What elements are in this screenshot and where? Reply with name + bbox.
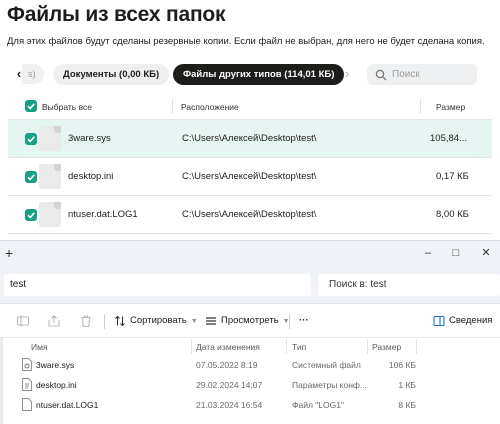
tab-other-files[interactable]: Файлы других типов (114,01 КБ) xyxy=(173,64,345,85)
column-divider[interactable] xyxy=(191,339,192,354)
maximize-button[interactable]: □ xyxy=(447,245,465,261)
new-tab-button[interactable]: + xyxy=(5,246,19,260)
file-icon xyxy=(39,164,61,189)
category-tabs: ‹ s) Документы (0,00 КБ) Файлы других ти… xyxy=(0,60,500,88)
file-name: desktop.ini xyxy=(36,380,77,390)
backup-file-table: Выбрать все Расположение Размер 3ware.sy… xyxy=(8,93,492,234)
file-location: C:\Users\Алексей\Desktop\test\ xyxy=(182,133,317,144)
file-name: ntuser.dat.LOG1 xyxy=(36,400,99,410)
table-row[interactable]: desktop.ini C:\Users\Алексей\Desktop\tes… xyxy=(8,158,492,196)
minimize-button[interactable]: – xyxy=(419,245,437,261)
explorer-titlebar: + – □ ✕ xyxy=(0,240,500,266)
file-size: 1 КБ xyxy=(398,380,416,390)
file-type: Файл "LOG1" xyxy=(292,400,344,410)
settings-file-icon xyxy=(22,378,32,391)
row-checkbox[interactable] xyxy=(25,133,37,145)
file-date: 29.02.2024 14:07 xyxy=(196,380,263,390)
file-size: 8,00 КБ xyxy=(436,209,469,220)
column-size-header[interactable]: Размер xyxy=(372,342,401,352)
sort-label: Сортировать xyxy=(130,315,187,326)
file-size: 105,84... xyxy=(430,133,467,144)
row-checkbox[interactable] xyxy=(25,209,37,221)
address-bar[interactable]: test xyxy=(4,274,311,296)
tab-previous-stub[interactable]: s) xyxy=(22,64,44,84)
column-name-header[interactable]: Имя xyxy=(31,342,48,352)
search-icon xyxy=(375,69,387,81)
file-list-header: Имя Дата изменения Тип Размер xyxy=(0,338,500,355)
row-checkbox[interactable] xyxy=(25,171,37,183)
generic-file-icon xyxy=(22,398,32,411)
address-row: test Поиск в: test xyxy=(0,266,500,304)
explorer-toolbar: Сортировать ▼ Просмотреть ▼ ··· Сведения xyxy=(0,304,500,338)
file-date: 21.03.2024 16:54 xyxy=(196,400,263,410)
view-button[interactable]: Просмотреть ▼ xyxy=(205,312,290,330)
column-divider[interactable] xyxy=(416,339,417,354)
file-name: desktop.ini xyxy=(68,171,114,182)
explorer-window: + – □ ✕ test Поиск в: test Сортировать▼ xyxy=(0,240,500,424)
explorer-file-list: Имя Дата изменения Тип Размер 3ware.sys … xyxy=(0,338,500,424)
tabs-next-button[interactable]: › xyxy=(336,64,358,84)
file-size: 0,17 КБ xyxy=(436,171,469,182)
more-options-button[interactable]: ··· xyxy=(285,312,309,330)
column-date-header[interactable]: Дата изменения xyxy=(196,342,260,352)
details-pane-button[interactable]: Сведения xyxy=(433,312,492,330)
view-icon xyxy=(206,317,216,325)
column-size-header[interactable]: Размер xyxy=(436,102,465,112)
search-placeholder: Поиск xyxy=(392,69,420,80)
checkmark-icon xyxy=(27,174,35,181)
file-size: 106 КБ xyxy=(388,360,416,370)
column-divider xyxy=(420,99,421,114)
file-name: 3ware.sys xyxy=(68,133,111,144)
details-label: Сведения xyxy=(449,315,493,326)
system-file-icon xyxy=(22,358,32,371)
close-button[interactable]: ✕ xyxy=(477,245,495,261)
file-name: 3ware.sys xyxy=(36,360,75,370)
chevron-down-icon: ▼ xyxy=(190,318,198,325)
column-type-header[interactable]: Тип xyxy=(292,342,306,352)
file-location: C:\Users\Алексей\Desktop\test\ xyxy=(182,209,317,220)
search-input[interactable]: Поиск xyxy=(367,64,477,85)
list-item[interactable]: desktop.ini 29.02.2024 14:07 Параметры к… xyxy=(0,375,500,395)
toolbar-divider xyxy=(104,314,105,329)
checkmark-icon xyxy=(27,212,35,219)
checkmark-icon xyxy=(27,103,35,110)
page-title: Файлы из всех папок xyxy=(7,3,226,26)
file-location: C:\Users\Алексей\Desktop\test\ xyxy=(182,171,317,182)
file-type: Параметры конф... xyxy=(292,380,367,390)
tab-documents[interactable]: Документы (0,00 КБ) xyxy=(53,64,170,85)
share-icon[interactable] xyxy=(47,314,61,328)
file-icon xyxy=(39,202,61,227)
column-location-header[interactable]: Расположение xyxy=(181,102,239,112)
backup-app-panel: Файлы из всех папок Для этих файлов буду… xyxy=(0,0,500,240)
select-all-checkbox[interactable] xyxy=(25,100,37,112)
list-item[interactable]: 3ware.sys 07.05.2022 8:19 Системный файл… xyxy=(0,355,500,375)
column-divider xyxy=(172,99,173,114)
page-description: Для этих файлов будут сделаны резервные … xyxy=(7,36,485,47)
delete-icon[interactable] xyxy=(79,314,93,328)
file-icon xyxy=(39,126,61,151)
sort-icon xyxy=(115,315,125,327)
table-header: Выбрать все Расположение Размер xyxy=(8,93,492,120)
file-type: Системный файл xyxy=(292,360,361,370)
explorer-search-input[interactable]: Поиск в: test xyxy=(318,274,500,296)
file-size: 8 КБ xyxy=(398,400,416,410)
file-date: 07.05.2022 8:19 xyxy=(196,360,258,370)
rename-icon[interactable] xyxy=(16,314,30,328)
list-item[interactable]: ntuser.dat.LOG1 21.03.2024 16:54 Файл "L… xyxy=(0,395,500,415)
column-divider[interactable] xyxy=(367,339,368,354)
view-label: Просмотреть xyxy=(221,315,279,326)
table-row[interactable]: 3ware.sys C:\Users\Алексей\Desktop\test\… xyxy=(8,120,492,158)
checkmark-icon xyxy=(27,136,35,143)
sort-button[interactable]: Сортировать ▼ xyxy=(114,312,198,330)
file-name: ntuser.dat.LOG1 xyxy=(68,209,138,220)
column-divider[interactable] xyxy=(286,339,287,354)
details-pane-icon xyxy=(433,315,445,327)
table-row[interactable]: ntuser.dat.LOG1 C:\Users\Алексей\Desktop… xyxy=(8,196,492,234)
select-all-label: Выбрать все xyxy=(42,102,92,112)
